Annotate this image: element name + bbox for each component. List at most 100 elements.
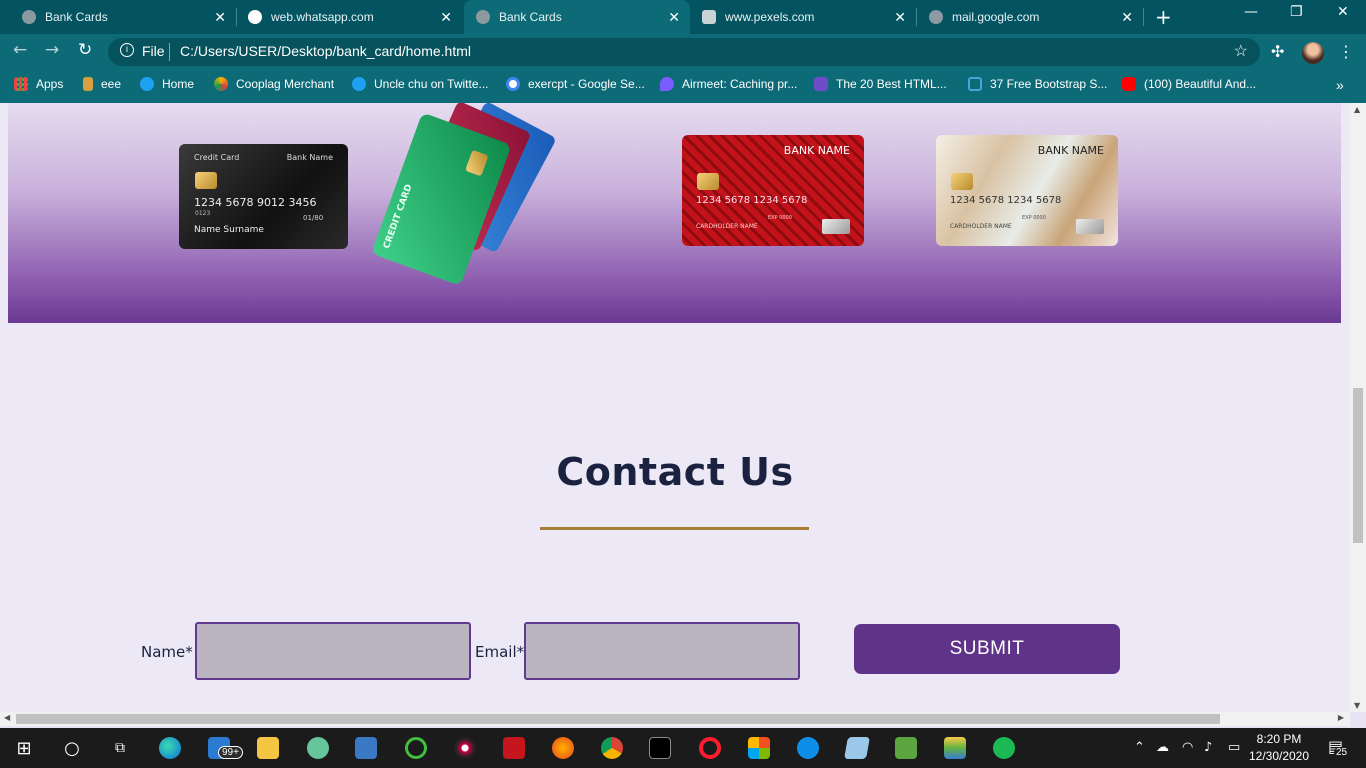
store-icon[interactable] [747, 736, 771, 760]
url-scheme: File [142, 43, 165, 59]
address-bar[interactable]: i File C:/Users/USER/Desktop/bank_card/h… [108, 38, 1260, 66]
close-tab-icon[interactable]: ✕ [214, 9, 226, 26]
google-icon [506, 77, 520, 91]
minimize-icon[interactable]: — [1244, 4, 1258, 20]
bookmark-label: Cooplag Merchant [236, 77, 335, 91]
window-close-icon[interactable]: ✕ [1337, 4, 1349, 20]
bookmark-airmeet[interactable]: Airmeet: Caching pr... [660, 77, 797, 91]
card-holder-name: CARDHOLDER NAME [696, 223, 758, 230]
card-chip [195, 172, 217, 189]
tab-whatsapp[interactable]: web.whatsapp.com ✕ [236, 0, 462, 34]
tab-gmail[interactable]: mail.google.com ✕ [917, 0, 1144, 34]
bookmark-apps[interactable]: Apps [14, 77, 63, 91]
restore-icon[interactable]: ❐ [1290, 4, 1303, 20]
close-tab-icon[interactable]: ✕ [668, 9, 680, 26]
taskbar-clock[interactable]: 8:20 PM 12/30/2020 [1248, 731, 1310, 765]
bookmark-html[interactable]: The 20 Best HTML... [814, 77, 947, 91]
acrobat-icon[interactable] [502, 736, 526, 760]
teamviewer-icon[interactable] [796, 736, 820, 760]
globe-icon [476, 10, 490, 24]
browser-toolbar: ← → ↻ i File C:/Users/USER/Desktop/bank_… [0, 34, 1366, 70]
menu-kebab-icon[interactable]: ⋮ [1338, 42, 1354, 61]
task-view-icon[interactable]: ⧉ [108, 736, 132, 760]
chrome-icon[interactable] [600, 736, 624, 760]
clock-time: 8:20 PM [1256, 732, 1302, 746]
bookmark-youtube[interactable]: (100) Beautiful And... [1122, 77, 1256, 91]
tab-bank-cards-1[interactable]: Bank Cards ✕ [0, 0, 237, 34]
apps-grid-icon [14, 77, 28, 91]
media-player-icon[interactable] [453, 736, 477, 760]
tab-bank-cards-active[interactable]: Bank Cards ✕ [464, 0, 690, 34]
extensions-icon[interactable]: ✣ [1271, 42, 1284, 61]
more-bookmarks-icon[interactable]: » [1336, 77, 1344, 93]
onedrive-icon[interactable]: ☁ [1156, 740, 1169, 755]
card-hologram [822, 219, 850, 234]
new-tab-icon[interactable]: + [1155, 5, 1172, 29]
spotify-icon[interactable] [992, 736, 1016, 760]
tab-title: web.whatsapp.com [271, 10, 374, 24]
ring-app-icon[interactable] [404, 736, 428, 760]
name-field[interactable] [195, 622, 471, 680]
windows-start-icon[interactable]: ⊞ [12, 736, 36, 760]
title-underline [540, 527, 809, 530]
bookmark-eee[interactable]: eee [83, 77, 121, 91]
terminal-icon[interactable] [648, 736, 672, 760]
bluestacks-icon[interactable] [943, 736, 967, 760]
url-text[interactable]: C:/Users/USER/Desktop/bank_card/home.htm… [180, 43, 471, 59]
bookmark-uncle-chu[interactable]: Uncle chu on Twitte... [352, 77, 489, 91]
bookmark-bootstrap[interactable]: 37 Free Bootstrap S... [968, 77, 1107, 91]
profile-avatar[interactable] [1302, 42, 1324, 64]
scroll-up-icon[interactable]: ▲ [1354, 105, 1360, 114]
tray-chevron-icon[interactable]: ⌃ [1134, 740, 1145, 755]
close-tab-icon[interactable]: ✕ [440, 9, 452, 26]
tab-title: Bank Cards [499, 10, 562, 24]
back-icon[interactable]: ← [13, 40, 27, 60]
tab-pexels[interactable]: www.pexels.com ✕ [690, 0, 917, 34]
atom-icon[interactable] [306, 736, 330, 760]
edge-icon[interactable] [158, 736, 182, 760]
email-label: Email* [475, 643, 525, 661]
tab-title: Bank Cards [45, 10, 108, 24]
bookmark-star-icon[interactable]: ☆ [1234, 41, 1248, 61]
card-number: 1234 5678 9012 3456 [194, 196, 317, 209]
submit-button[interactable]: SUBMIT [854, 624, 1120, 674]
forward-icon[interactable]: → [45, 40, 59, 60]
volume-icon[interactable]: ♪ [1204, 740, 1212, 755]
notifications-icon[interactable]: ▤ 25 [1326, 737, 1350, 759]
card-bank-name: Bank Name [286, 153, 333, 162]
card-holder-name: CARDHOLDER NAME [950, 223, 1012, 230]
wifi-icon[interactable]: ◠ [1182, 740, 1193, 755]
scroll-right-icon[interactable]: ▶ [1338, 713, 1344, 722]
scroll-down-icon[interactable]: ▼ [1354, 701, 1360, 710]
horizontal-scroll-thumb[interactable] [16, 714, 1220, 724]
scroll-left-icon[interactable]: ◀ [4, 713, 10, 722]
page-viewport: Credit Card Bank Name 1234 5678 9012 345… [0, 103, 1366, 712]
email-field[interactable] [524, 622, 800, 680]
bookmark-icon [968, 77, 982, 91]
opera-icon[interactable] [698, 736, 722, 760]
vertical-scroll-thumb[interactable] [1353, 388, 1363, 543]
green-credit-card: CREDIT CARD [371, 112, 512, 286]
close-tab-icon[interactable]: ✕ [894, 9, 906, 26]
search-circle-icon[interactable]: ○ [60, 736, 84, 760]
horizontal-scrollbar[interactable]: ◀ ▶ [0, 712, 1350, 726]
card-chip [465, 149, 489, 177]
card-chip [697, 173, 719, 190]
info-icon[interactable]: i [120, 43, 134, 57]
bookmark-exercpt[interactable]: exercpt - Google Se... [506, 77, 645, 91]
clock-date: 12/30/2020 [1248, 749, 1310, 763]
vertical-scrollbar[interactable]: ▲ ▼ [1350, 103, 1366, 712]
bookmark-cooplag[interactable]: Cooplag Merchant [214, 77, 334, 91]
battery-icon[interactable]: ▭ [1228, 740, 1240, 755]
app-window-icon[interactable] [354, 736, 378, 760]
card-type-label: CREDIT CARD [381, 183, 415, 251]
bookmark-icon [814, 77, 828, 91]
firefox-icon[interactable] [551, 736, 575, 760]
close-tab-icon[interactable]: ✕ [1121, 9, 1133, 26]
spreadsheet-app-icon[interactable] [894, 736, 918, 760]
reload-icon[interactable]: ↻ [78, 40, 92, 60]
bookmark-home[interactable]: Home [140, 77, 194, 91]
notes-app-icon[interactable] [844, 736, 870, 760]
file-explorer-icon[interactable] [256, 736, 280, 760]
browser-tab-strip: Bank Cards ✕ web.whatsapp.com ✕ Bank Car… [0, 0, 1366, 34]
